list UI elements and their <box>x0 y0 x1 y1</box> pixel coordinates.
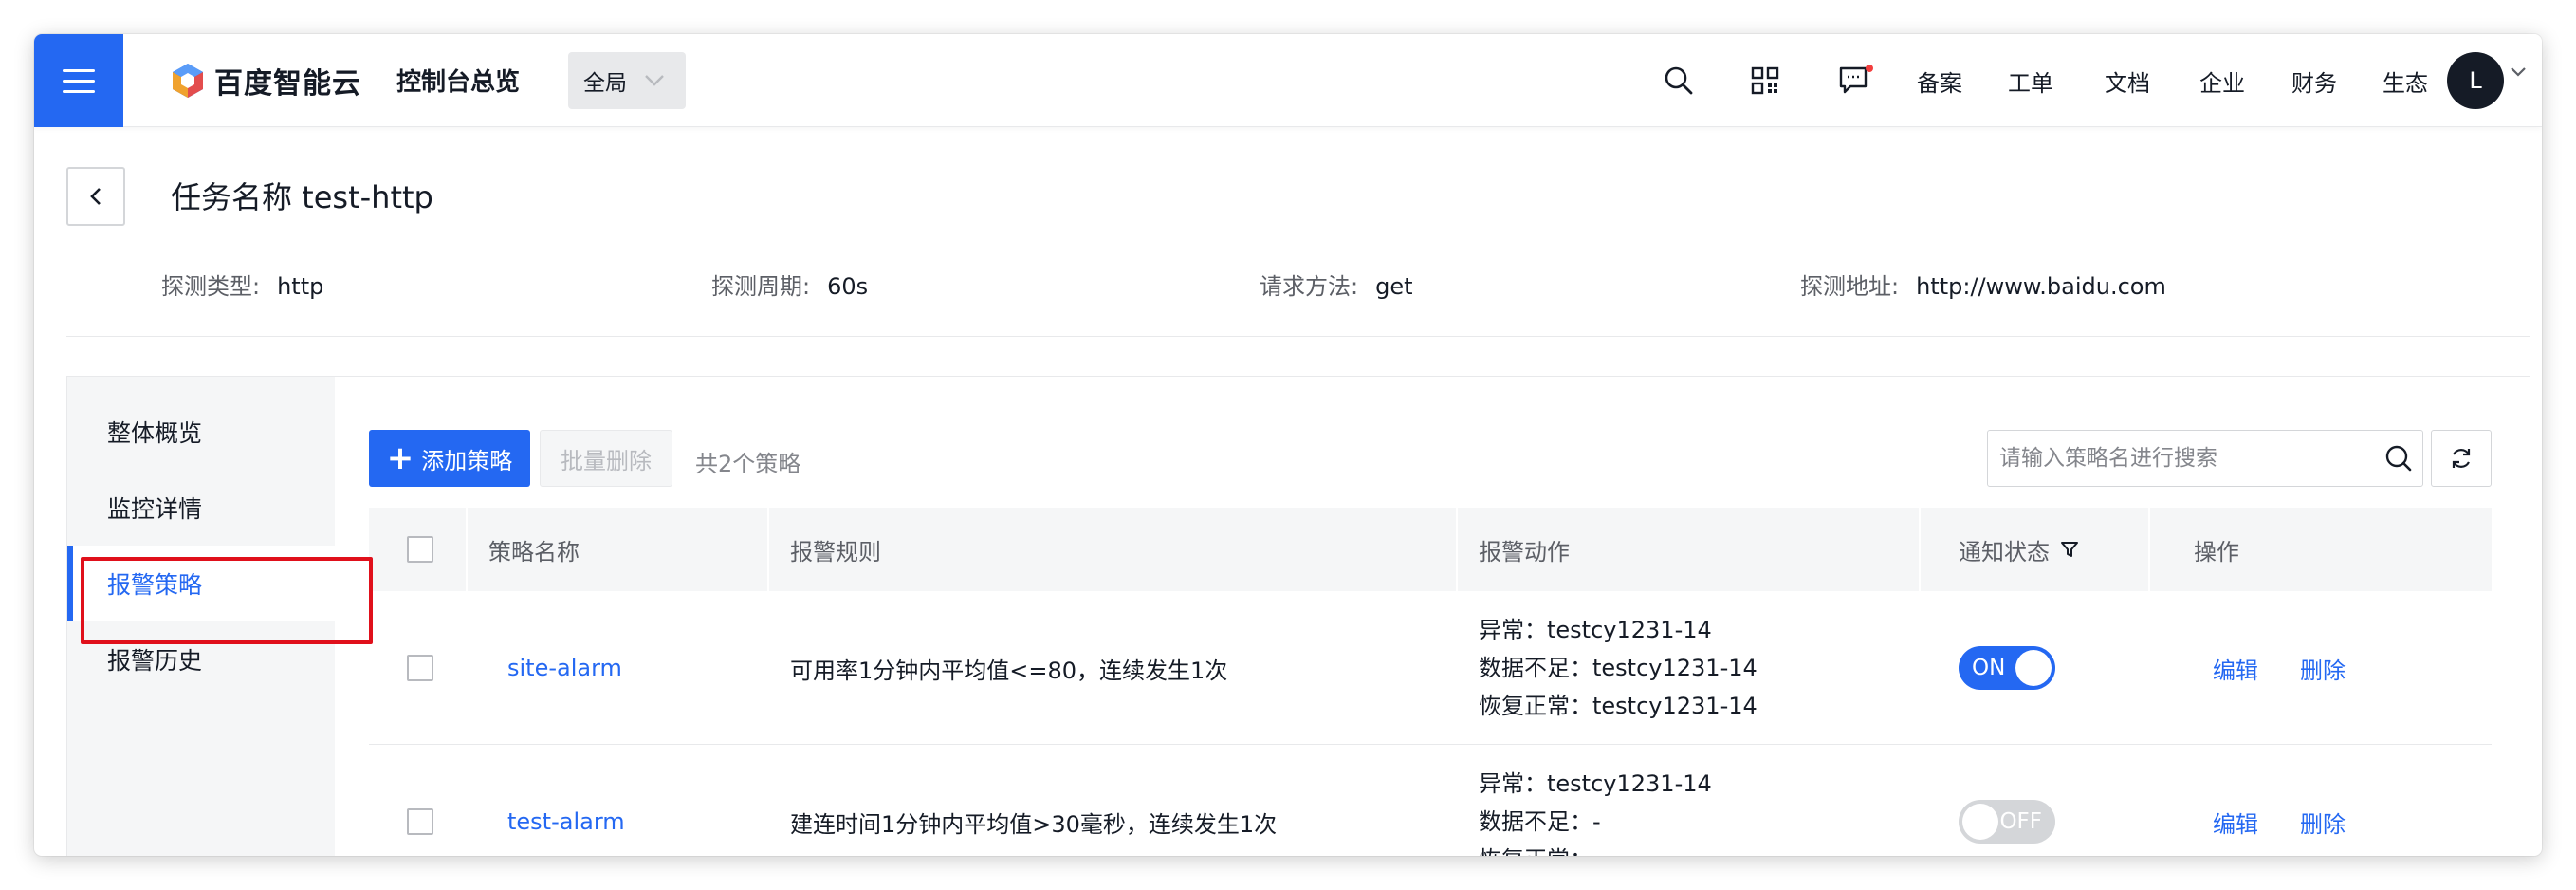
info-label: 探测周期: <box>711 273 811 300</box>
column-divider <box>466 508 468 591</box>
region-select-value: 全局 <box>583 71 627 96</box>
top-navbar: 百度智能云 控制台总览 全局 备案 工单 文档 企业 财务 生态 L <box>34 34 2542 127</box>
table-row: test-alarm 建连时间1分钟内平均值>30毫秒，连续发生1次 异常：te… <box>369 745 2492 856</box>
toggle-label: OFF <box>1999 809 2042 834</box>
content-panel: 整体概览 监控详情 报警策略 报警历史 + 添加策略 批量删除 共2个策略 请输… <box>66 376 2530 856</box>
search-icon[interactable] <box>1661 63 1697 99</box>
select-all-checkbox[interactable] <box>407 536 433 563</box>
notify-toggle[interactable]: OFF <box>1959 800 2055 844</box>
notify-toggle[interactable]: ON <box>1959 646 2055 690</box>
sidenav-item-alarm-history[interactable]: 报警历史 <box>67 621 335 697</box>
nav-link-docs[interactable]: 文档 <box>2105 65 2150 98</box>
console-window: 百度智能云 控制台总览 全局 备案 工单 文档 企业 财务 生态 L 任务名称 … <box>34 34 2542 856</box>
hamburger-line <box>63 89 95 93</box>
user-avatar[interactable]: L <box>2447 52 2504 109</box>
console-overview-link[interactable]: 控制台总览 <box>396 63 520 98</box>
info-probe-period: 探测周期: 60s <box>711 268 868 301</box>
info-probe-type: 探测类型: http <box>161 268 323 301</box>
info-value: http <box>277 273 324 300</box>
nav-link-ecosystem[interactable]: 生态 <box>2383 65 2428 98</box>
sidenav-item-monitor-detail[interactable]: 监控详情 <box>67 470 335 546</box>
info-probe-address: 探测地址: http://www.baidu.com <box>1800 268 2166 301</box>
column-header-action: 报警动作 <box>1479 538 1570 566</box>
column-divider <box>1456 508 1458 591</box>
plus-icon: + <box>386 439 414 477</box>
column-header-operation: 操作 <box>2194 538 2239 566</box>
section-divider <box>66 336 2530 337</box>
policy-count: 共2个策略 <box>695 451 801 477</box>
column-header-name: 策略名称 <box>488 538 580 566</box>
policy-actions: 异常：testcy1231-14 数据不足：- 恢复正常：- <box>1479 745 1712 856</box>
table-row: site-alarm 可用率1分钟内平均值<=80，连续发生1次 异常：test… <box>369 591 2492 745</box>
column-header-rule: 报警规则 <box>790 538 881 566</box>
policy-rule: 可用率1分钟内平均值<=80，连续发生1次 <box>790 657 1228 684</box>
policy-actions: 异常：testcy1231-14 数据不足：testcy1231-14 恢复正常… <box>1479 591 1757 745</box>
hamburger-line <box>63 68 95 72</box>
refresh-icon <box>2452 449 2471 468</box>
nav-link-enterprise[interactable]: 企业 <box>2199 65 2245 98</box>
filter-icon[interactable] <box>2059 539 2080 560</box>
logo-text: 百度智能云 <box>214 67 361 101</box>
info-value: 60s <box>827 273 869 300</box>
chevron-down-icon <box>645 75 664 86</box>
hamburger-menu-button[interactable] <box>34 34 123 127</box>
action-abnormal: 异常：testcy1231-14 <box>1479 617 1712 643</box>
message-icon[interactable] <box>1838 63 1874 99</box>
action-recovered: 恢复正常：- <box>1479 844 1601 856</box>
info-value: http://www.baidu.com <box>1916 273 2166 300</box>
policy-search-box <box>1987 430 2423 487</box>
policy-main: + 添加策略 批量删除 共2个策略 请输入策略名进行搜索 策略名称 报警规则 报… <box>335 377 2530 856</box>
nav-link-finance[interactable]: 财务 <box>2291 65 2337 98</box>
chevron-left-icon <box>90 188 101 205</box>
action-insufficient: 数据不足：- <box>1479 808 1601 835</box>
page-title: 任务名称 test-http <box>171 179 433 215</box>
info-request-method: 请求方法: get <box>1260 268 1413 301</box>
info-value: get <box>1375 273 1413 300</box>
column-divider <box>767 508 769 591</box>
info-label: 请求方法: <box>1260 273 1359 300</box>
column-header-status: 通知状态 <box>1959 508 2080 591</box>
toggle-label: ON <box>1972 656 2006 680</box>
row-checkbox[interactable] <box>407 655 433 681</box>
toggle-knob <box>1962 804 1998 840</box>
info-label: 探测类型: <box>161 273 261 300</box>
edit-link[interactable]: 编辑 <box>2213 806 2258 839</box>
refresh-button[interactable] <box>2431 430 2492 487</box>
policy-name-link[interactable]: site-alarm <box>507 591 622 745</box>
side-nav: 整体概览 监控详情 报警策略 报警历史 <box>67 377 335 856</box>
status-header-label: 通知状态 <box>1959 538 2050 566</box>
policy-name-link[interactable]: test-alarm <box>507 745 625 856</box>
back-button[interactable] <box>66 167 125 226</box>
column-divider <box>1919 508 1921 591</box>
search-icon[interactable] <box>2375 435 2422 482</box>
baidu-cloud-logo[interactable]: 百度智能云 <box>171 60 361 102</box>
add-policy-label: 添加策略 <box>421 447 513 474</box>
delete-link[interactable]: 删除 <box>2300 652 2346 685</box>
sidenav-item-overview[interactable]: 整体概览 <box>67 394 335 470</box>
batch-delete-button[interactable]: 批量删除 <box>540 430 672 487</box>
nav-link-filing[interactable]: 备案 <box>1917 65 1962 98</box>
add-policy-button[interactable]: + 添加策略 <box>369 430 530 487</box>
column-divider <box>2148 508 2150 591</box>
baidu-cloud-logo-icon <box>173 64 203 98</box>
nav-link-ticket[interactable]: 工单 <box>2008 65 2053 98</box>
action-insufficient: 数据不足：testcy1231-14 <box>1479 655 1757 681</box>
toggle-knob <box>2015 650 2052 686</box>
qrcode-icon[interactable] <box>1747 63 1783 99</box>
region-select[interactable]: 全局 <box>568 52 686 109</box>
policy-rule: 建连时间1分钟内平均值>30毫秒，连续发生1次 <box>790 810 1278 838</box>
sidenav-item-alarm-policy[interactable]: 报警策略 <box>67 546 335 621</box>
delete-link[interactable]: 删除 <box>2300 806 2346 839</box>
edit-link[interactable]: 编辑 <box>2213 652 2258 685</box>
info-label: 探测地址: <box>1800 273 1900 300</box>
policy-search-input[interactable] <box>1999 446 2375 471</box>
table-header: 策略名称 报警规则 报警动作 通知状态 操作 <box>369 508 2492 591</box>
chevron-down-icon[interactable] <box>2510 66 2527 78</box>
row-checkbox[interactable] <box>407 808 433 835</box>
hamburger-line <box>63 79 95 83</box>
action-recovered: 恢复正常：testcy1231-14 <box>1479 693 1757 719</box>
action-abnormal: 异常：testcy1231-14 <box>1479 770 1712 797</box>
